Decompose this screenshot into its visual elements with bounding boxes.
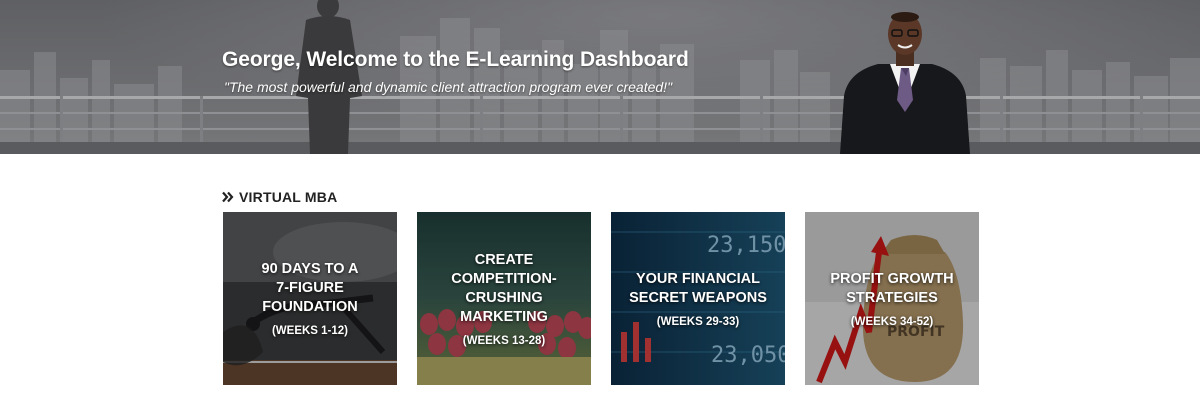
presenter-portrait (840, 12, 970, 154)
card-weeks: (WEEKS 13-28) (462, 334, 546, 347)
card-title: PROFIT GROWTH STRATEGIES (830, 270, 954, 306)
section-heading: VIRTUAL MBA (222, 188, 337, 206)
card-weeks: (WEEKS 34-52) (850, 315, 934, 328)
course-card-grid: 90 DAYS TO A 7-FIGURE FOUNDATION (WEEKS … (223, 212, 979, 385)
card-title: CREATE COMPETITION- CRUSHING MARKETING (451, 251, 557, 325)
businessman-silhouette (296, 0, 362, 154)
hero-banner: George, Welcome to the E-Learning Dashbo… (0, 0, 1200, 154)
hero-quote: "The most powerful and dynamic client at… (224, 79, 673, 95)
balcony-railing (0, 96, 1200, 154)
card-weeks: (WEEKS 29-33) (656, 315, 740, 328)
course-card-profit[interactable]: PROFIT PROFIT GROWTH STRATEGIES (WEEKS 3… (805, 212, 979, 385)
card-weeks: (WEEKS 1-12) (271, 325, 349, 337)
course-card-financial[interactable]: 23,150 23,050 YOUR FINANCIAL SECRET WEAP… (611, 212, 785, 385)
card-title: YOUR FINANCIAL SECRET WEAPONS (629, 270, 767, 306)
card-title: 90 DAYS TO A 7-FIGURE FOUNDATION (261, 261, 359, 315)
hero-title: George, Welcome to the E-Learning Dashbo… (222, 48, 689, 71)
section-heading-text: VIRTUAL MBA (239, 189, 338, 205)
double-chevron-right-icon (222, 191, 234, 203)
course-card-marketing[interactable]: CREATE COMPETITION- CRUSHING MARKETING (… (417, 212, 591, 385)
course-card-foundation[interactable]: 90 DAYS TO A 7-FIGURE FOUNDATION (WEEKS … (223, 212, 397, 385)
